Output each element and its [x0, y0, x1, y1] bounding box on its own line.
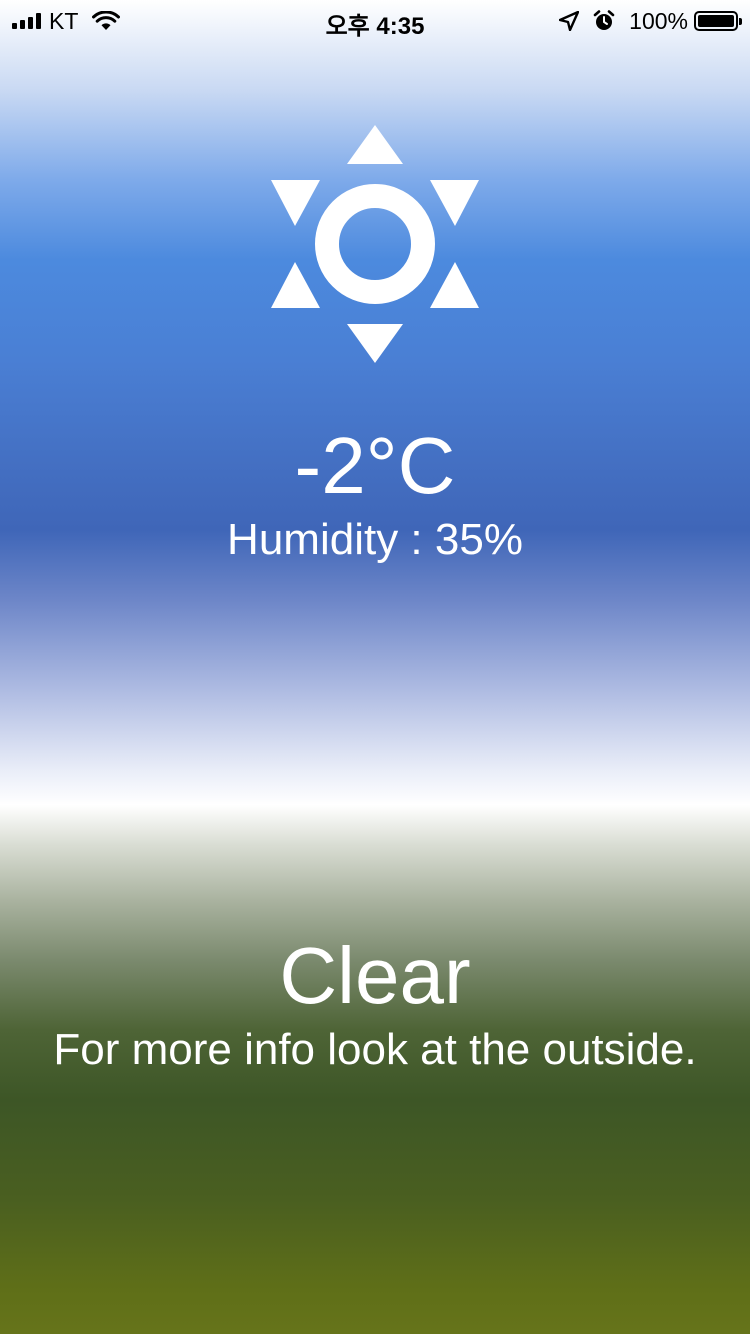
weather-description: For more info look at the outside. — [53, 1025, 697, 1074]
weather-condition: Clear — [279, 931, 471, 1020]
status-bar-right: 100% — [559, 7, 742, 35]
battery-tip — [739, 18, 742, 25]
alarm-clock-icon — [593, 10, 615, 30]
location-arrow-icon — [559, 11, 580, 31]
humidity-value: 35% — [434, 515, 523, 564]
sun-icon — [271, 125, 479, 363]
temperature-value: -2°C — [294, 421, 456, 510]
battery-icon — [694, 11, 742, 31]
humidity-row: Humidity : 35% — [0, 512, 750, 568]
status-bar: KT 오후 4:35 100% — [0, 0, 750, 40]
humidity-label: Humidity : — [227, 515, 435, 564]
battery-percent: 100% — [629, 7, 688, 34]
weather-screen: KT 오후 4:35 100% -2°C Humidity: 35% Clea… — [0, 0, 750, 1334]
battery-fill — [698, 15, 734, 27]
